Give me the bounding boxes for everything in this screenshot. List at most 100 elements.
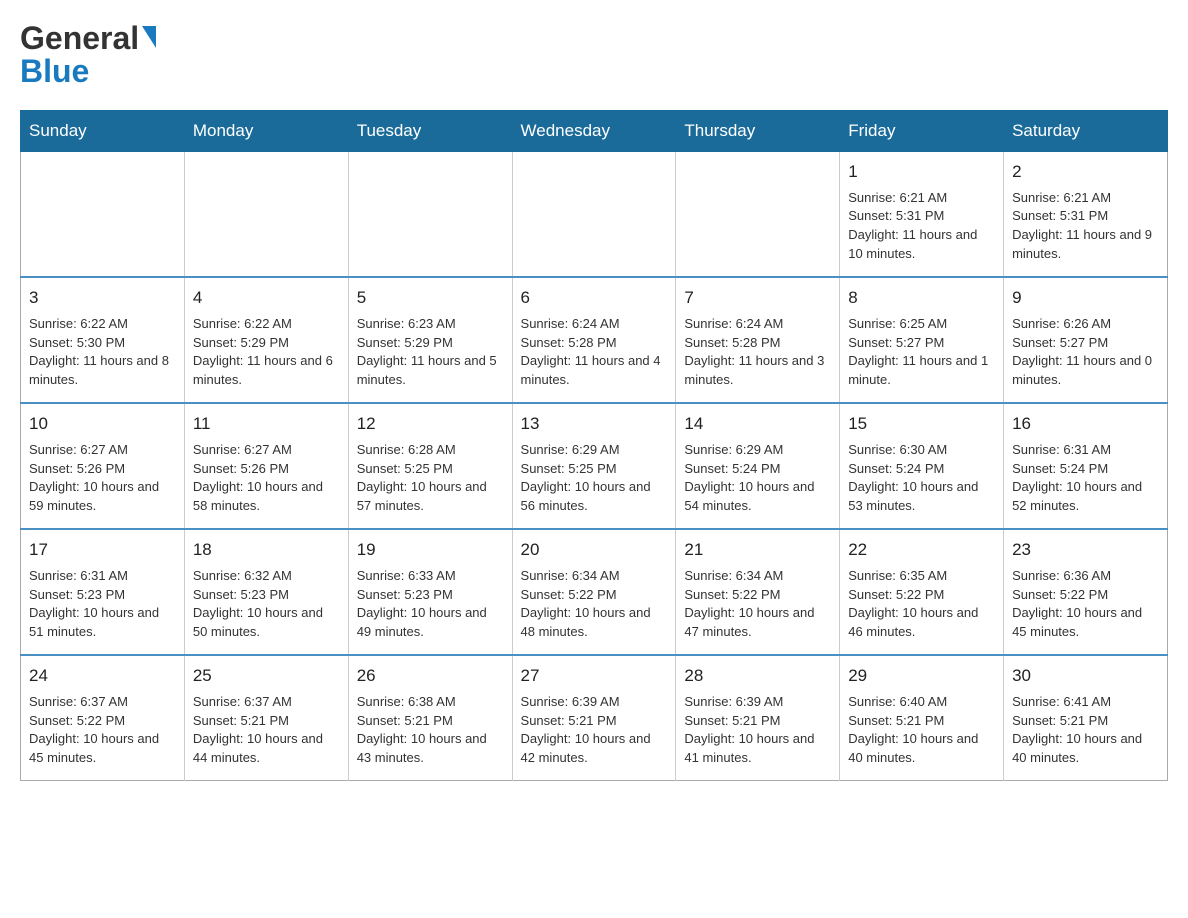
weekday-header-row: SundayMondayTuesdayWednesdayThursdayFrid… xyxy=(21,111,1168,152)
day-number: 25 xyxy=(193,664,340,689)
calendar-cell-week3-day6: 15Sunrise: 6:30 AM Sunset: 5:24 PM Dayli… xyxy=(840,403,1004,529)
calendar-cell-week1-day6: 1 Sunrise: 6:21 AM Sunset: 5:31 PM Daylig… xyxy=(840,152,1004,278)
calendar-cell-week4-day7: 23 Sunrise: 6:36 AM Sunset: 5:22 PM Dayli… xyxy=(1004,529,1168,655)
weekday-header-wednesday: Wednesday xyxy=(512,111,676,152)
calendar-cell-week4-day4: 20Sunrise: 6:34 AM Sunset: 5:22 PM Dayli… xyxy=(512,529,676,655)
logo: General Blue xyxy=(20,20,156,90)
day-number: 8 xyxy=(848,286,995,311)
day-number: 16 xyxy=(1012,412,1159,437)
day-number: 4 xyxy=(193,286,340,311)
day-info: Sunrise: 6:40 AM Sunset: 5:21 PM Dayligh… xyxy=(848,693,995,768)
day-info: Sunrise: 6:27 AM Sunset: 5:26 PM Dayligh… xyxy=(193,441,340,516)
calendar-week-1: 1 Sunrise: 6:21 AM Sunset: 5:31 PM Daylig… xyxy=(21,152,1168,278)
day-number: 19 xyxy=(357,538,504,563)
calendar-cell-week3-day4: 13 Sunrise: 6:29 AM Sunset: 5:25 PM Dayli… xyxy=(512,403,676,529)
day-number: 30 xyxy=(1012,664,1159,689)
calendar-week-2: 3 Sunrise: 6:22 AM Sunset: 5:30 PM Daylig… xyxy=(21,277,1168,403)
day-info: Sunrise: 6:27 AM Sunset: 5:26 PM Dayligh… xyxy=(29,441,176,516)
day-number: 27 xyxy=(521,664,668,689)
day-number: 2 xyxy=(1012,160,1159,185)
day-info: Sunrise: 6:38 AM Sunset: 5:21 PM Dayligh… xyxy=(357,693,504,768)
day-info: Sunrise: 6:22 AM Sunset: 5:29 PM Dayligh… xyxy=(193,315,340,390)
day-number: 13 xyxy=(521,412,668,437)
weekday-header-monday: Monday xyxy=(184,111,348,152)
day-info: Sunrise: 6:37 AM Sunset: 5:22 PM Dayligh… xyxy=(29,693,176,768)
calendar-cell-week4-day2: 18 Sunrise: 6:32 AM Sunset: 5:23 PM Dayli… xyxy=(184,529,348,655)
calendar-cell-week3-day5: 14 Sunrise: 6:29 AM Sunset: 5:24 PM Dayli… xyxy=(676,403,840,529)
day-info: Sunrise: 6:21 AM Sunset: 5:31 PM Dayligh… xyxy=(1012,189,1159,264)
calendar-cell-week3-day3: 12Sunrise: 6:28 AM Sunset: 5:25 PM Dayli… xyxy=(348,403,512,529)
logo-triangle-icon xyxy=(142,26,156,48)
day-number: 14 xyxy=(684,412,831,437)
calendar-cell-week1-day7: 2 Sunrise: 6:21 AM Sunset: 5:31 PM Daylig… xyxy=(1004,152,1168,278)
day-info: Sunrise: 6:25 AM Sunset: 5:27 PM Dayligh… xyxy=(848,315,995,390)
weekday-header-sunday: Sunday xyxy=(21,111,185,152)
day-number: 24 xyxy=(29,664,176,689)
day-number: 23 xyxy=(1012,538,1159,563)
day-info: Sunrise: 6:32 AM Sunset: 5:23 PM Dayligh… xyxy=(193,567,340,642)
day-info: Sunrise: 6:24 AM Sunset: 5:28 PM Dayligh… xyxy=(521,315,668,390)
weekday-header-saturday: Saturday xyxy=(1004,111,1168,152)
day-number: 26 xyxy=(357,664,504,689)
day-number: 7 xyxy=(684,286,831,311)
day-number: 1 xyxy=(848,160,995,185)
day-number: 18 xyxy=(193,538,340,563)
logo-blue-text: Blue xyxy=(20,53,89,90)
day-number: 9 xyxy=(1012,286,1159,311)
calendar-cell-week2-day6: 8 Sunrise: 6:25 AM Sunset: 5:27 PM Daylig… xyxy=(840,277,1004,403)
calendar-cell-week5-day5: 28Sunrise: 6:39 AM Sunset: 5:21 PM Dayli… xyxy=(676,655,840,781)
calendar-week-3: 10 Sunrise: 6:27 AM Sunset: 5:26 PM Dayli… xyxy=(21,403,1168,529)
calendar-header: SundayMondayTuesdayWednesdayThursdayFrid… xyxy=(21,111,1168,152)
day-number: 3 xyxy=(29,286,176,311)
day-info: Sunrise: 6:31 AM Sunset: 5:24 PM Dayligh… xyxy=(1012,441,1159,516)
day-info: Sunrise: 6:36 AM Sunset: 5:22 PM Dayligh… xyxy=(1012,567,1159,642)
day-number: 21 xyxy=(684,538,831,563)
calendar-cell-week3-day7: 16 Sunrise: 6:31 AM Sunset: 5:24 PM Dayli… xyxy=(1004,403,1168,529)
weekday-header-thursday: Thursday xyxy=(676,111,840,152)
day-info: Sunrise: 6:41 AM Sunset: 5:21 PM Dayligh… xyxy=(1012,693,1159,768)
day-info: Sunrise: 6:21 AM Sunset: 5:31 PM Dayligh… xyxy=(848,189,995,264)
calendar-cell-week4-day6: 22 Sunrise: 6:35 AM Sunset: 5:22 PM Dayli… xyxy=(840,529,1004,655)
calendar-cell-week2-day2: 4 Sunrise: 6:22 AM Sunset: 5:29 PM Daylig… xyxy=(184,277,348,403)
day-number: 11 xyxy=(193,412,340,437)
day-info: Sunrise: 6:29 AM Sunset: 5:24 PM Dayligh… xyxy=(684,441,831,516)
day-info: Sunrise: 6:39 AM Sunset: 5:21 PM Dayligh… xyxy=(521,693,668,768)
calendar-cell-week2-day7: 9 Sunrise: 6:26 AM Sunset: 5:27 PM Daylig… xyxy=(1004,277,1168,403)
calendar-cell-week5-day6: 29 Sunrise: 6:40 AM Sunset: 5:21 PM Dayli… xyxy=(840,655,1004,781)
day-info: Sunrise: 6:29 AM Sunset: 5:25 PM Dayligh… xyxy=(521,441,668,516)
day-number: 15 xyxy=(848,412,995,437)
calendar-week-5: 24 Sunrise: 6:37 AM Sunset: 5:22 PM Dayli… xyxy=(21,655,1168,781)
day-number: 5 xyxy=(357,286,504,311)
day-number: 17 xyxy=(29,538,176,563)
weekday-header-tuesday: Tuesday xyxy=(348,111,512,152)
day-number: 28 xyxy=(684,664,831,689)
calendar-body: 1 Sunrise: 6:21 AM Sunset: 5:31 PM Daylig… xyxy=(21,152,1168,781)
day-info: Sunrise: 6:33 AM Sunset: 5:23 PM Dayligh… xyxy=(357,567,504,642)
calendar-cell-week1-day3 xyxy=(348,152,512,278)
day-number: 22 xyxy=(848,538,995,563)
day-info: Sunrise: 6:35 AM Sunset: 5:22 PM Dayligh… xyxy=(848,567,995,642)
calendar-cell-week1-day4 xyxy=(512,152,676,278)
day-info: Sunrise: 6:26 AM Sunset: 5:27 PM Dayligh… xyxy=(1012,315,1159,390)
day-info: Sunrise: 6:23 AM Sunset: 5:29 PM Dayligh… xyxy=(357,315,504,390)
calendar-cell-week4-day3: 19 Sunrise: 6:33 AM Sunset: 5:23 PM Dayli… xyxy=(348,529,512,655)
day-info: Sunrise: 6:22 AM Sunset: 5:30 PM Dayligh… xyxy=(29,315,176,390)
calendar-cell-week2-day3: 5 Sunrise: 6:23 AM Sunset: 5:29 PM Daylig… xyxy=(348,277,512,403)
day-number: 20 xyxy=(521,538,668,563)
calendar-cell-week3-day1: 10 Sunrise: 6:27 AM Sunset: 5:26 PM Dayli… xyxy=(21,403,185,529)
calendar-cell-week4-day1: 17 Sunrise: 6:31 AM Sunset: 5:23 PM Dayli… xyxy=(21,529,185,655)
calendar-cell-week1-day5 xyxy=(676,152,840,278)
calendar-cell-week2-day5: 7Sunrise: 6:24 AM Sunset: 5:28 PM Daylig… xyxy=(676,277,840,403)
day-number: 10 xyxy=(29,412,176,437)
calendar-cell-week3-day2: 11 Sunrise: 6:27 AM Sunset: 5:26 PM Dayli… xyxy=(184,403,348,529)
day-number: 12 xyxy=(357,412,504,437)
day-info: Sunrise: 6:31 AM Sunset: 5:23 PM Dayligh… xyxy=(29,567,176,642)
day-info: Sunrise: 6:37 AM Sunset: 5:21 PM Dayligh… xyxy=(193,693,340,768)
day-number: 29 xyxy=(848,664,995,689)
calendar-cell-week5-day4: 27 Sunrise: 6:39 AM Sunset: 5:21 PM Dayli… xyxy=(512,655,676,781)
day-number: 6 xyxy=(521,286,668,311)
calendar-cell-week5-day2: 25 Sunrise: 6:37 AM Sunset: 5:21 PM Dayli… xyxy=(184,655,348,781)
calendar-cell-week5-day1: 24 Sunrise: 6:37 AM Sunset: 5:22 PM Dayli… xyxy=(21,655,185,781)
calendar-cell-week1-day1 xyxy=(21,152,185,278)
weekday-header-friday: Friday xyxy=(840,111,1004,152)
